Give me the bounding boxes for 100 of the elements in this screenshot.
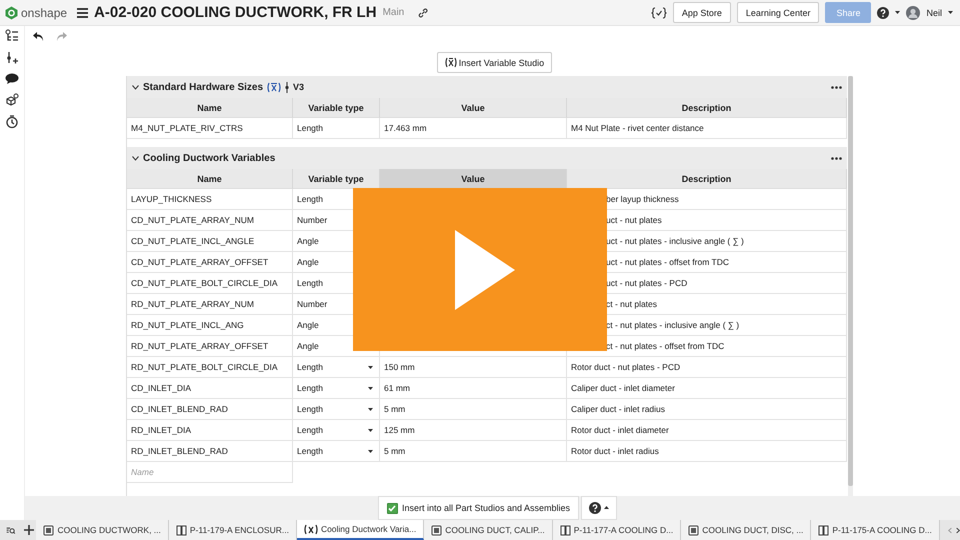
link-icon[interactable] [418,8,428,18]
name-field[interactable]: Name [127,462,292,482]
parts-icon[interactable] [5,93,19,107]
table-cell: RD_NUT_PLATE_ARRAY_NUM [127,294,293,315]
part-studio-icon [431,524,442,536]
column-header[interactable]: Description [567,169,847,189]
variable-type-text[interactable]: Angle [297,236,319,246]
variable-type-text[interactable]: Length [297,404,323,414]
dropdown-caret-icon[interactable] [368,366,373,368]
variable-icon [444,57,457,68]
tab-label[interactable]: COOLING DUCT, CALIP... [445,525,545,535]
section-header[interactable]: Cooling Ductwork Variables [127,147,847,169]
description-text: Caliper duct - inlet diameter [571,383,675,393]
variables-icon[interactable] [650,6,667,18]
column-header[interactable]: Value [380,98,567,118]
variable-type-text[interactable]: Length [297,362,323,372]
user-name[interactable]: Neil [926,8,942,18]
dropdown-caret-icon[interactable] [368,408,373,410]
column-header[interactable]: Description [567,98,847,118]
value-text[interactable]: 17.463 mm [382,123,427,133]
variable-type-text[interactable]: Length [297,446,323,456]
variable-icon [304,524,318,534]
dropdown-caret-icon[interactable] [368,428,373,432]
more-icon[interactable] [831,86,842,88]
caret-icon[interactable] [895,10,900,14]
tab-label[interactable]: P-11-177-A COOLING D... [574,525,674,535]
description-text: M4 Nut Plate - rivet center distance [571,123,704,133]
document-tab[interactable]: COOLING DUCTWORK, ... [36,520,169,540]
variable-type-text[interactable]: Number [297,215,328,225]
variable-type-text[interactable]: Length [297,123,323,133]
header-button[interactable]: Learning Center [736,2,820,23]
section-header[interactable]: Standard Hardware Sizes V3 [127,76,847,98]
insert-all-label[interactable]: Insert into all Part Studios and Assemblies [402,503,570,513]
history-icon[interactable] [5,115,19,129]
tab-label[interactable]: P-11-175-A COOLING D... [832,525,932,535]
tab-label[interactable]: COOLING DUCTWORK, ... [57,525,161,535]
table-cell: RD_NUT_PLATE_INCL_ANG [127,315,293,336]
undo-icon[interactable] [33,32,44,40]
tab-label[interactable]: P-11-179-A ENCLOSUR... [190,525,289,535]
help-icon[interactable] [877,6,890,18]
dropdown-caret-icon[interactable] [368,386,373,390]
description-text: Rotor duct - nut plates - PCD [571,362,680,372]
column-header[interactable]: Variable type [293,98,380,118]
value-text[interactable]: 61 mm [382,383,410,393]
tab-label[interactable]: COOLING DUCT, DISC, ... [702,525,804,535]
variable-type-text[interactable]: Angle [297,320,319,330]
value-text[interactable]: 5 mm [382,404,406,414]
insert-all-button[interactable]: Insert into all Part Studios and Assemblies [378,496,580,520]
column-header[interactable]: Variable type [293,169,380,189]
table-cell: RD_NUT_PLATE_ARRAY_OFFSET [127,336,293,357]
dropdown-caret-icon[interactable] [368,450,373,452]
caret-icon[interactable] [948,10,953,14]
value-text[interactable]: 125 mm [382,425,415,435]
comment-icon[interactable] [5,73,19,85]
variable-type-text[interactable]: Angle [297,257,319,267]
add-variable-icon[interactable] [5,51,19,65]
header-button[interactable]: App Store [672,2,731,23]
assembly-icon [176,524,187,536]
table-cell: CD_INLET_BLEND_RAD [127,399,293,420]
section-title: Cooling Ductwork Variables [143,152,276,164]
scrollbar[interactable] [848,76,853,486]
tab-label[interactable]: Cooling Ductwork Varia... [320,524,416,534]
app-name: onshape [21,6,68,20]
column-header[interactable]: Name [127,98,293,118]
scroll-right-icon[interactable] [956,526,960,534]
chevron-icon[interactable] [132,156,139,160]
variable-type-text[interactable]: Length [297,383,323,393]
version-label: V3 [293,82,304,92]
chevron-icon[interactable] [132,84,139,90]
table-cell: RD_NUT_PLATE_BOLT_CIRCLE_DIA [127,357,293,378]
column-header[interactable]: Value [380,169,567,189]
variable-type-text[interactable]: Length [297,425,323,435]
help-button[interactable] [581,496,618,520]
variable-type-text[interactable]: Length [297,278,323,288]
feature-list-icon[interactable] [5,29,19,43]
value-text[interactable]: 150 mm [382,362,415,372]
insert-variable-studio-button[interactable]: Insert Variable Studio [436,52,552,73]
variable-type-text[interactable]: Number [297,299,328,309]
play-icon [455,230,515,310]
document-tab[interactable]: P-11-175-A COOLING D... [811,520,940,540]
menu-icon[interactable] [77,8,88,18]
document-tab[interactable]: COOLING DUCT, CALIP... [424,520,553,540]
document-tab[interactable]: COOLING DUCT, DISC, ... [681,520,812,540]
table-cell: RD_INLET_BLEND_RAD [127,441,293,462]
checkbox[interactable] [386,502,398,514]
document-tab[interactable]: Cooling Ductwork Varia... [296,520,424,540]
variable-type-text[interactable]: Length [297,194,323,204]
document-tab[interactable]: P-11-179-A ENCLOSUR... [168,520,297,540]
table-cell: CD_INLET_DIA [127,378,293,399]
branch-label: Main [382,7,404,18]
description-text: Rotor duct - inlet radius [571,446,659,456]
document-tab[interactable]: P-11-177-A COOLING D... [552,520,682,540]
column-header[interactable]: Name [127,169,293,189]
more-icon[interactable] [831,156,842,160]
caret-icon [604,506,610,510]
variable-type-text[interactable]: Angle [297,341,319,351]
avatar-icon[interactable] [906,6,920,20]
part-studio-icon [43,524,54,536]
search-icon[interactable] [6,524,16,536]
value-text[interactable]: 5 mm [382,446,406,456]
